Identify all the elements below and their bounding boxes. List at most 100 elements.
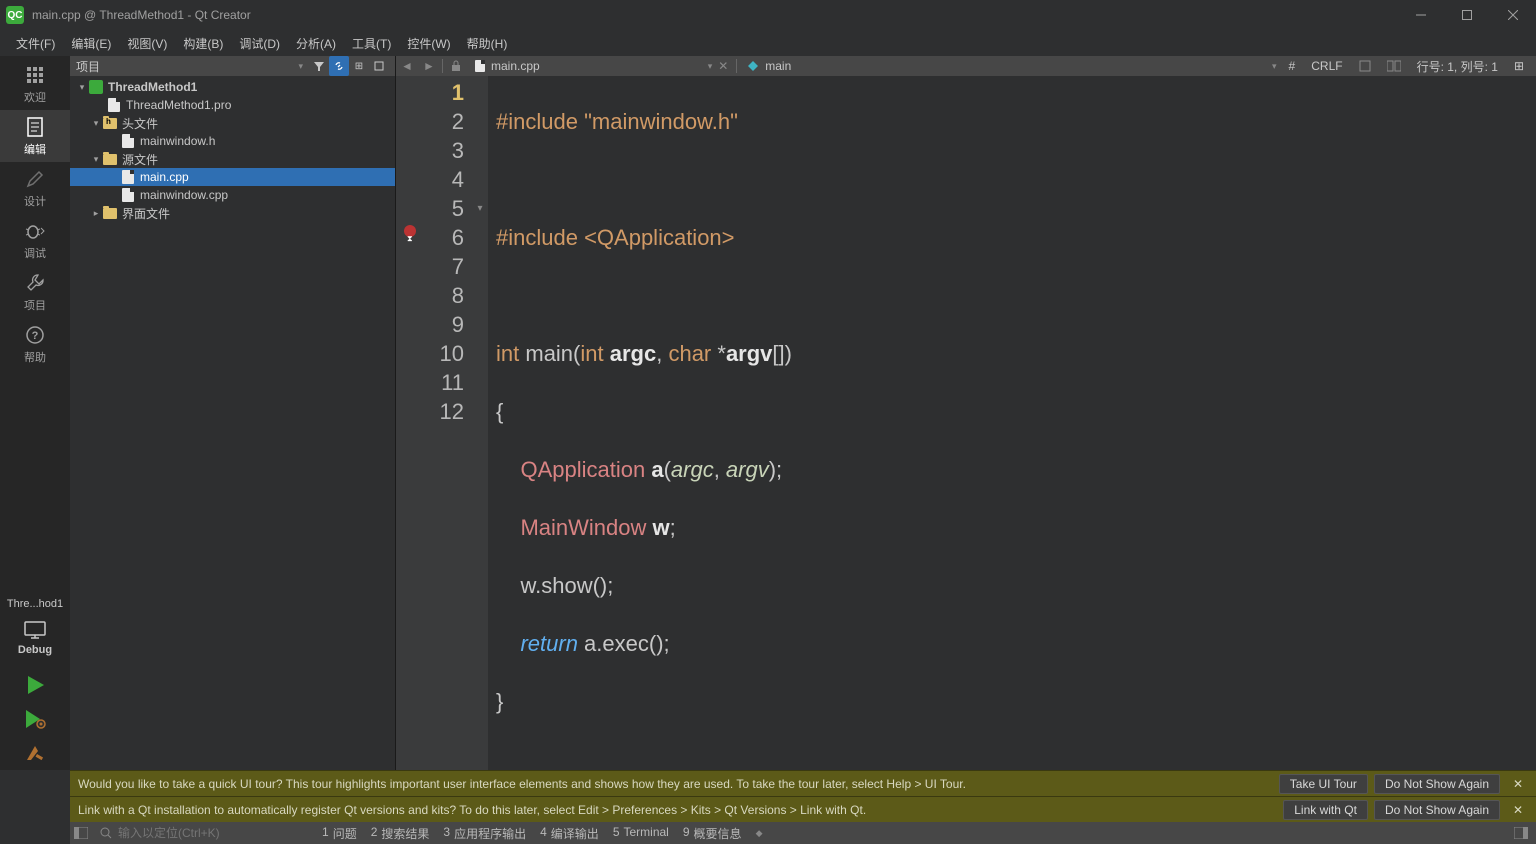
fold-toggle[interactable]: ▾: [472, 194, 488, 223]
chevron-down-icon[interactable]: ▾: [90, 118, 102, 129]
code-content[interactable]: #include "mainwindow.h" #include <QAppli…: [488, 76, 1536, 774]
crumb-label: main.cpp: [491, 59, 540, 73]
filter-icon[interactable]: [309, 56, 329, 76]
menu-analyze[interactable]: 分析(A): [288, 30, 344, 56]
monitor-icon: [21, 620, 49, 640]
chevron-right-icon[interactable]: ▸: [90, 208, 102, 219]
status-bar: 1问题 2搜索结果 3应用程序输出 4编译输出 5Terminal 9概要信息 …: [70, 822, 1536, 844]
mode-bar: 欢迎 编辑 设计 调试 项目 ? 帮助 Thre...hod1 Debug: [0, 56, 70, 770]
add-split-icon[interactable]: ⊞: [349, 56, 369, 76]
mode-design[interactable]: 设计: [0, 162, 70, 214]
symbol-crumb[interactable]: main: [739, 59, 799, 73]
output-terminal[interactable]: 5Terminal: [613, 825, 669, 842]
output-compile[interactable]: 4编译输出: [540, 825, 599, 842]
tree-source-main[interactable]: main.cpp: [70, 168, 395, 186]
close-pane-icon[interactable]: [369, 56, 389, 76]
menu-debug[interactable]: 调试(D): [231, 30, 288, 56]
nav-forward-button[interactable]: ►: [418, 56, 440, 76]
mode-edit[interactable]: 编辑: [0, 110, 70, 162]
mode-projects[interactable]: 项目: [0, 266, 70, 318]
tree-sources-folder[interactable]: ▾ 源文件: [70, 150, 395, 168]
line-number: 8: [424, 281, 464, 310]
kit-selector[interactable]: Debug: [0, 614, 70, 662]
mode-help[interactable]: ? 帮助: [0, 318, 70, 370]
menu-edit[interactable]: 编辑(E): [63, 30, 119, 56]
tree-pro-file[interactable]: ThreadMethod1.pro: [70, 96, 395, 114]
document-icon: [24, 116, 46, 138]
pane-title: 项目: [76, 58, 298, 75]
menu-view[interactable]: 视图(V): [119, 30, 175, 56]
tree-forms-folder[interactable]: ▸ 界面文件: [70, 204, 395, 222]
bookmark-icon[interactable]: [1355, 56, 1375, 76]
link-icon[interactable]: [329, 56, 349, 76]
toggle-right-sidebar-button[interactable]: [1514, 827, 1528, 839]
hash-button[interactable]: #: [1285, 56, 1300, 76]
chevron-down-icon[interactable]: ▾: [90, 154, 102, 165]
line-ending-selector[interactable]: CRLF: [1307, 56, 1346, 76]
tree-headers-folder[interactable]: ▾ 头文件: [70, 114, 395, 132]
mode-label: 设计: [24, 193, 46, 209]
tree-label: ThreadMethod1: [108, 80, 197, 94]
tree-project-root[interactable]: ▾ ThreadMethod1: [70, 78, 395, 96]
breakpoint-marker[interactable]: ⧗: [404, 225, 416, 237]
menu-file[interactable]: 文件(F): [8, 30, 63, 56]
mode-welcome[interactable]: 欢迎: [0, 58, 70, 110]
locator-input[interactable]: [118, 826, 278, 840]
menu-widgets[interactable]: 控件(W): [399, 30, 458, 56]
line-number: 3: [424, 136, 464, 165]
output-menu-icon[interactable]: ◆: [756, 828, 763, 839]
tree-source-mainwindow[interactable]: mainwindow.cpp: [70, 186, 395, 204]
close-button[interactable]: [1490, 0, 1536, 30]
ui-tour-banner: Would you like to take a quick UI tour? …: [70, 770, 1536, 796]
line-number: 1: [424, 78, 464, 107]
function-icon: [747, 60, 759, 72]
close-banner-button[interactable]: ✕: [1508, 803, 1528, 817]
close-document-button[interactable]: ✕: [712, 56, 734, 76]
line-number: 12: [424, 397, 464, 426]
output-application[interactable]: 3应用程序输出: [443, 825, 526, 842]
build-button[interactable]: [22, 740, 48, 766]
locator[interactable]: [92, 826, 312, 840]
cursor-position[interactable]: 行号: 1, 列号: 1: [1413, 56, 1502, 76]
folder-icon: [102, 116, 118, 130]
minimize-button[interactable]: [1398, 0, 1444, 30]
menu-build[interactable]: 构建(B): [175, 30, 231, 56]
close-banner-button[interactable]: ✕: [1508, 777, 1528, 791]
menu-help[interactable]: 帮助(H): [459, 30, 516, 56]
editor-area: ◄ ► main.cpp ▾ ✕ main ▾ # CRLF 行号:: [396, 56, 1536, 770]
output-search[interactable]: 2搜索结果: [371, 825, 430, 842]
nav-back-button[interactable]: ◄: [396, 56, 418, 76]
tree-header-file[interactable]: mainwindow.h: [70, 132, 395, 150]
output-issues[interactable]: 1问题: [322, 825, 357, 842]
lock-icon[interactable]: [445, 56, 467, 76]
fold-gutter[interactable]: ▾: [472, 76, 488, 774]
menu-bar: 文件(F) 编辑(E) 视图(V) 构建(B) 调试(D) 分析(A) 工具(T…: [0, 30, 1536, 56]
code-editor[interactable]: ⧗ 1 2 3 4 5 6 7 8 9 10 11 12 ▾ #include …: [396, 76, 1536, 774]
take-tour-button[interactable]: Take UI Tour: [1279, 774, 1368, 794]
chevron-down-icon[interactable]: ▾: [76, 82, 88, 93]
split-icon[interactable]: [1383, 56, 1405, 76]
project-tree[interactable]: ▾ ThreadMethod1 ThreadMethod1.pro ▾ 头文件 …: [70, 76, 395, 770]
dismiss-tour-button[interactable]: Do Not Show Again: [1374, 774, 1500, 794]
mode-label: 帮助: [24, 349, 46, 365]
toggle-sidebar-button[interactable]: [70, 827, 92, 839]
breakpoint-gutter[interactable]: ⧗: [396, 76, 424, 774]
dismiss-link-button[interactable]: Do Not Show Again: [1374, 800, 1500, 820]
output-general[interactable]: 9概要信息: [683, 825, 742, 842]
link-qt-button[interactable]: Link with Qt: [1283, 800, 1368, 820]
menu-tools[interactable]: 工具(T): [344, 30, 399, 56]
dropdown-icon[interactable]: ▾: [298, 61, 303, 72]
maximize-button[interactable]: [1444, 0, 1490, 30]
dropdown-icon[interactable]: ▾: [1272, 61, 1277, 72]
file-crumb[interactable]: main.cpp: [467, 59, 548, 73]
target-project[interactable]: Thre...hod1: [7, 594, 63, 614]
run-button[interactable]: [22, 672, 48, 698]
debug-run-button[interactable]: [22, 706, 48, 732]
mode-debug[interactable]: 调试: [0, 214, 70, 266]
link-qt-banner: Link with a Qt installation to automatic…: [70, 796, 1536, 822]
banner-message: Link with a Qt installation to automatic…: [78, 803, 1277, 817]
line-number-gutter[interactable]: 1 2 3 4 5 6 7 8 9 10 11 12: [424, 76, 472, 774]
add-split-icon[interactable]: ⊞: [1510, 56, 1528, 76]
editor-toolbar: ◄ ► main.cpp ▾ ✕ main ▾ # CRLF 行号:: [396, 56, 1536, 76]
mode-label: 编辑: [24, 141, 46, 157]
